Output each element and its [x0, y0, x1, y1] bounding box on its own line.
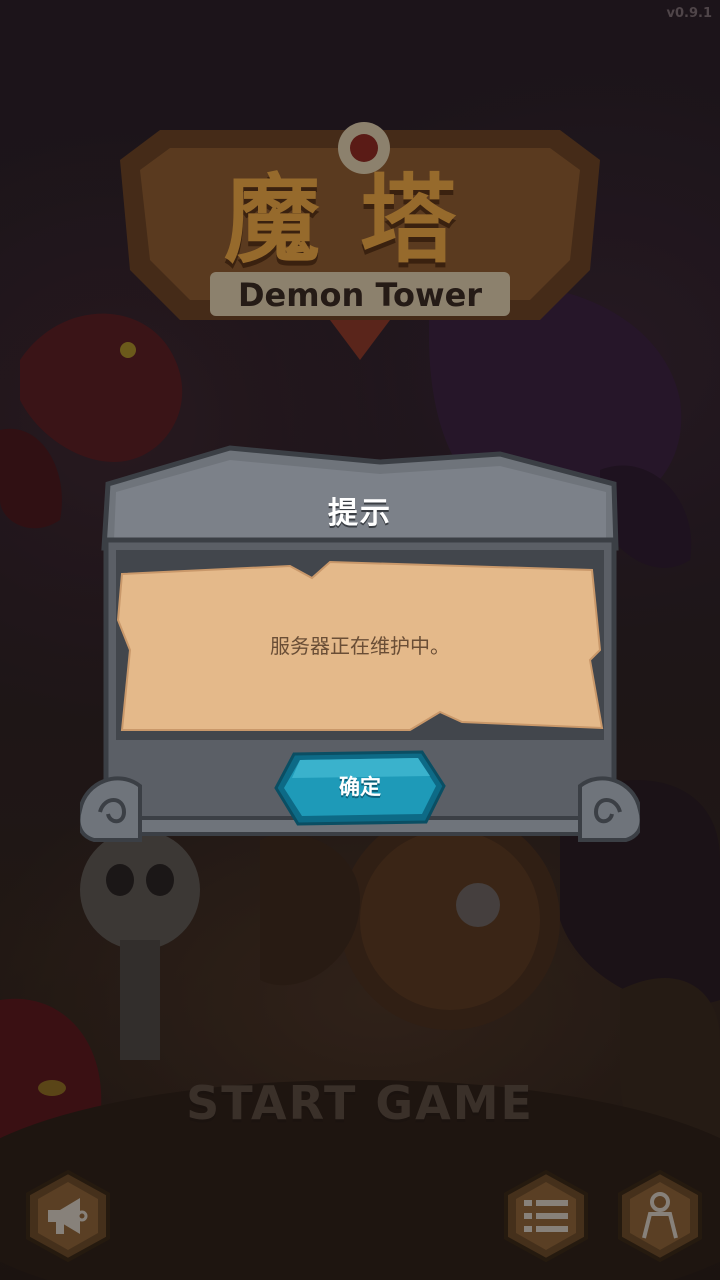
confirm-button[interactable]: 确定	[272, 748, 448, 826]
dialog-title: 提示	[328, 496, 392, 531]
dialog-message: 服务器正在维护中。	[270, 634, 450, 658]
confirm-button-label: 确定	[339, 775, 381, 799]
